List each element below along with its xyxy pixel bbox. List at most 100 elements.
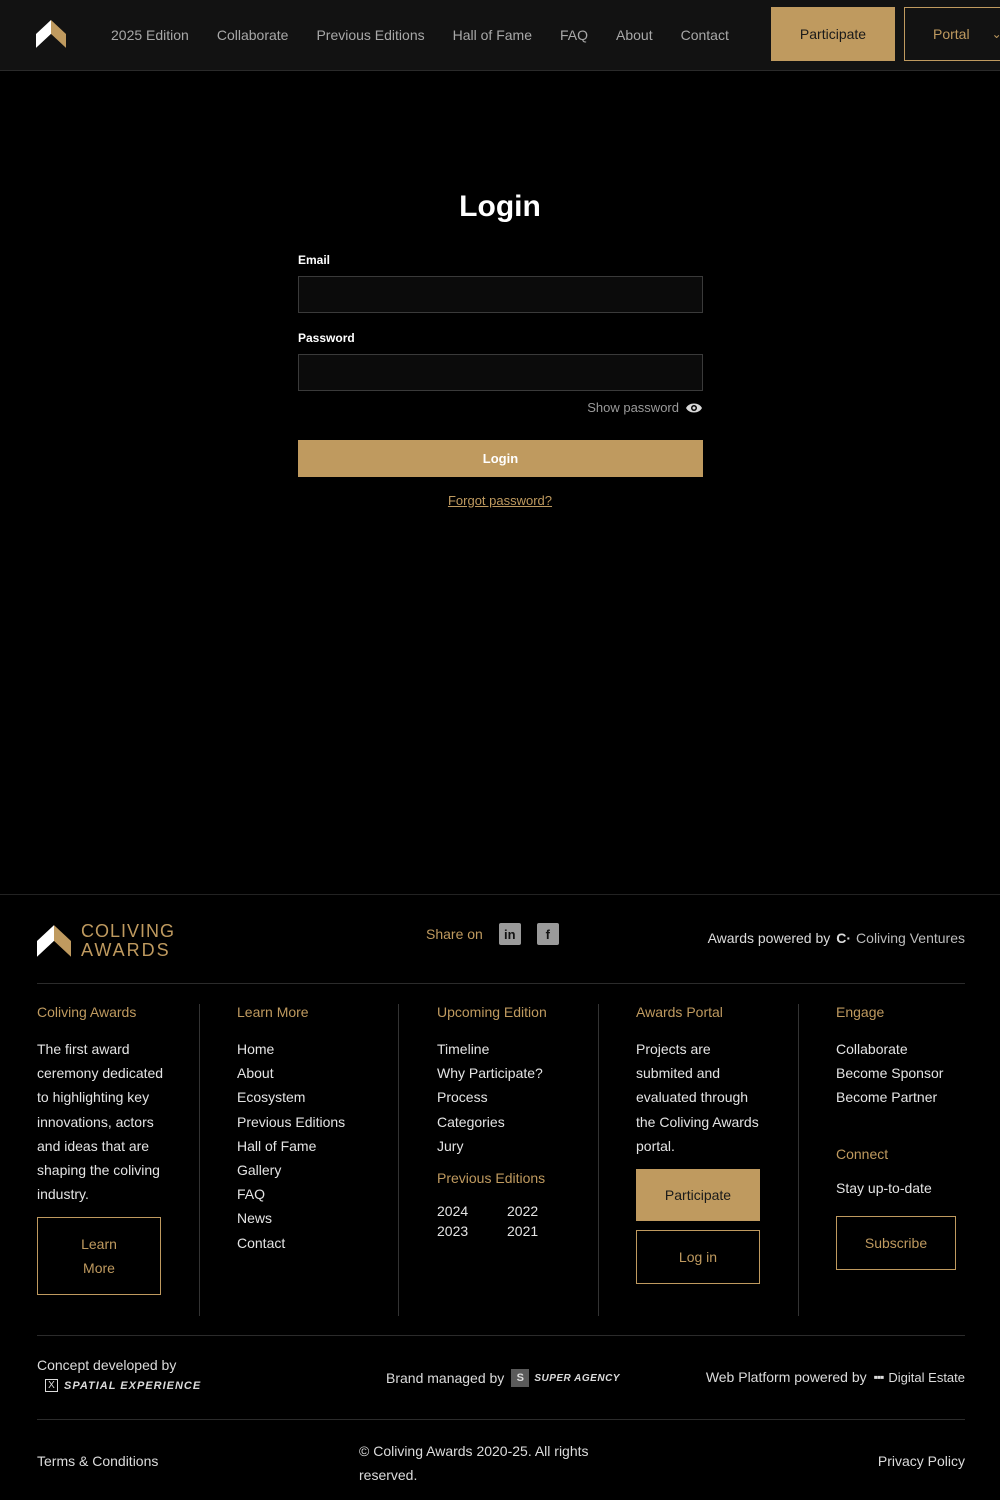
previous-editions-heading: Previous Editions	[437, 1170, 546, 1187]
terms-link[interactable]: Terms & Conditions	[37, 1453, 158, 1469]
spatial-experience-link[interactable]: X SPATIAL EXPERIENCE	[45, 1379, 201, 1392]
footer-logo[interactable]: COLIVING AWARDS	[37, 922, 175, 960]
col-heading: Coliving Awards	[37, 1004, 137, 1020]
portal-label: Portal	[933, 26, 970, 42]
footer-link-ecosystem[interactable]: Ecosystem	[237, 1085, 398, 1109]
digital-estate-logo-icon[interactable]: ▪▪▪	[874, 1370, 885, 1384]
participate-button[interactable]: Participate	[771, 7, 895, 61]
footer-link-collaborate[interactable]: Collaborate	[836, 1037, 966, 1061]
col-description: The first award ceremony dedicated to hi…	[37, 1041, 164, 1203]
footer-link-contact[interactable]: Contact	[237, 1231, 398, 1255]
footer-link-process[interactable]: Process	[437, 1085, 598, 1109]
nav-contact[interactable]: Contact	[681, 27, 729, 43]
divider	[37, 1335, 965, 1336]
powered-label: Awards powered by	[707, 930, 831, 946]
page-title: Login	[459, 190, 541, 223]
super-agency-logo-icon[interactable]: S	[511, 1369, 530, 1387]
share-section: Share on in f	[426, 923, 559, 945]
footer-col-engage: Engage Collaborate Become Sponsor Become…	[836, 1004, 966, 1316]
brand-label: Brand managed by	[386, 1370, 505, 1386]
learn-more-links: Home About Ecosystem Previous Editions H…	[237, 1037, 398, 1255]
divider	[37, 983, 965, 984]
connect-heading: Connect	[836, 1145, 889, 1162]
col-description: Projects are submited and evaluated thro…	[636, 1041, 759, 1154]
footer-col-learn-more: Learn More Home About Ecosystem Previous…	[237, 1004, 399, 1316]
footer-link-home[interactable]: Home	[237, 1037, 398, 1061]
nav-2025-edition[interactable]: 2025 Edition	[111, 27, 189, 43]
show-password-label: Show password	[587, 400, 679, 415]
chevron-down-icon: ⌄	[991, 27, 1000, 41]
footer-col-coliving-awards: Coliving Awards The first award ceremony…	[37, 1004, 200, 1316]
super-agency-name[interactable]: SUPER AGENCY	[534, 1373, 620, 1384]
edition-link-2021[interactable]: 2021	[507, 1223, 577, 1239]
facebook-icon[interactable]: f	[536, 923, 559, 945]
platform-label: Web Platform powered by	[705, 1369, 867, 1385]
footer-link-jury[interactable]: Jury	[437, 1134, 598, 1158]
portal-dropdown-button[interactable]: Portal ⌄	[904, 7, 1000, 61]
main-nav: 2025 Edition Collaborate Previous Editio…	[111, 0, 757, 70]
copyright-text: © Coliving Awards 2020-25. All rights re…	[359, 1443, 589, 1483]
privacy-link[interactable]: Privacy Policy	[878, 1453, 965, 1469]
footer-link-previous-editions[interactable]: Previous Editions	[237, 1110, 398, 1134]
col-heading: Awards Portal	[636, 1004, 723, 1020]
login-submit-button[interactable]: Login	[298, 440, 703, 477]
nav-faq[interactable]: FAQ	[560, 27, 588, 43]
edition-link-2023[interactable]: 2023	[437, 1223, 507, 1239]
digital-estate-name[interactable]: Digital Estate	[888, 1370, 965, 1385]
footer: COLIVING AWARDS Share on in f Awards pow…	[0, 894, 1000, 1500]
footer-link-timeline[interactable]: Timeline	[437, 1037, 598, 1061]
powered-by: Awards powered by C· Coliving Ventures	[708, 930, 965, 946]
show-password-toggle[interactable]: Show password	[587, 400, 703, 415]
top-navbar: 2025 Edition Collaborate Previous Editio…	[0, 0, 1000, 71]
edition-link-2024[interactable]: 2024	[437, 1203, 507, 1219]
platform-credit: Web Platform powered by ▪▪▪ Digital Esta…	[706, 1369, 965, 1385]
brand-credit: Brand managed by S SUPER AGENCY	[386, 1369, 620, 1387]
wordmark-line1: COLIVING	[81, 921, 176, 941]
coliving-awards-logo-icon[interactable]	[36, 20, 66, 48]
spatial-experience-name: SPATIAL EXPERIENCE	[64, 1379, 202, 1392]
footer-wordmark: COLIVING AWARDS	[81, 922, 175, 960]
nav-hall-of-fame[interactable]: Hall of Fame	[453, 27, 532, 43]
engage-links: Collaborate Become Sponsor Become Partne…	[836, 1037, 966, 1110]
nav-collaborate[interactable]: Collaborate	[217, 27, 289, 43]
concept-credit: Concept developed by X SPATIAL EXPERIENC…	[37, 1357, 201, 1392]
eye-icon	[686, 403, 702, 412]
learn-more-button[interactable]: Learn More	[37, 1217, 161, 1296]
concept-label: Concept developed by	[37, 1357, 177, 1373]
spatial-experience-logo-icon: X	[45, 1379, 58, 1392]
footer-link-become-partner[interactable]: Become Partner	[836, 1085, 966, 1109]
wordmark-line2: AWARDS	[81, 940, 171, 960]
col-heading: Learn More	[237, 1004, 309, 1020]
forgot-password-link[interactable]: Forgot password?	[0, 493, 1000, 508]
coliving-ventures-link[interactable]: C· Coliving Ventures	[836, 930, 965, 946]
footer-col-awards-portal: Awards Portal Projects are submited and …	[636, 1004, 799, 1316]
coliving-awards-logo-icon	[37, 925, 71, 957]
divider	[37, 1419, 965, 1420]
footer-col-upcoming-edition: Upcoming Edition Timeline Why Participat…	[437, 1004, 599, 1316]
footer-login-button[interactable]: Log in	[636, 1230, 760, 1285]
nav-previous-editions[interactable]: Previous Editions	[316, 27, 424, 43]
footer-link-hall-of-fame[interactable]: Hall of Fame	[237, 1134, 398, 1158]
coliving-ventures-logo-icon: C·	[836, 930, 852, 946]
footer-link-gallery[interactable]: Gallery	[237, 1158, 398, 1182]
password-field[interactable]	[298, 354, 703, 391]
previous-editions-years: 2024 2022 2023 2021	[437, 1203, 598, 1239]
linkedin-icon[interactable]: in	[498, 923, 521, 945]
footer-link-categories[interactable]: Categories	[437, 1110, 598, 1134]
col-heading: Engage	[836, 1004, 885, 1020]
password-label: Password	[298, 331, 355, 345]
connect-text: Stay up-to-date	[836, 1179, 932, 1196]
upcoming-links: Timeline Why Participate? Process Catego…	[437, 1037, 598, 1158]
footer-link-become-sponsor[interactable]: Become Sponsor	[836, 1061, 966, 1085]
edition-link-2022[interactable]: 2022	[507, 1203, 577, 1219]
nav-about[interactable]: About	[616, 27, 653, 43]
share-label: Share on	[426, 926, 483, 942]
footer-link-why-participate[interactable]: Why Participate?	[437, 1061, 598, 1085]
footer-participate-button[interactable]: Participate	[636, 1169, 760, 1222]
subscribe-button[interactable]: Subscribe	[836, 1215, 956, 1270]
footer-link-about[interactable]: About	[237, 1061, 398, 1085]
footer-link-faq[interactable]: FAQ	[237, 1182, 398, 1206]
email-field[interactable]	[298, 276, 703, 313]
footer-link-news[interactable]: News	[237, 1206, 398, 1230]
col-heading: Upcoming Edition	[437, 1004, 547, 1020]
